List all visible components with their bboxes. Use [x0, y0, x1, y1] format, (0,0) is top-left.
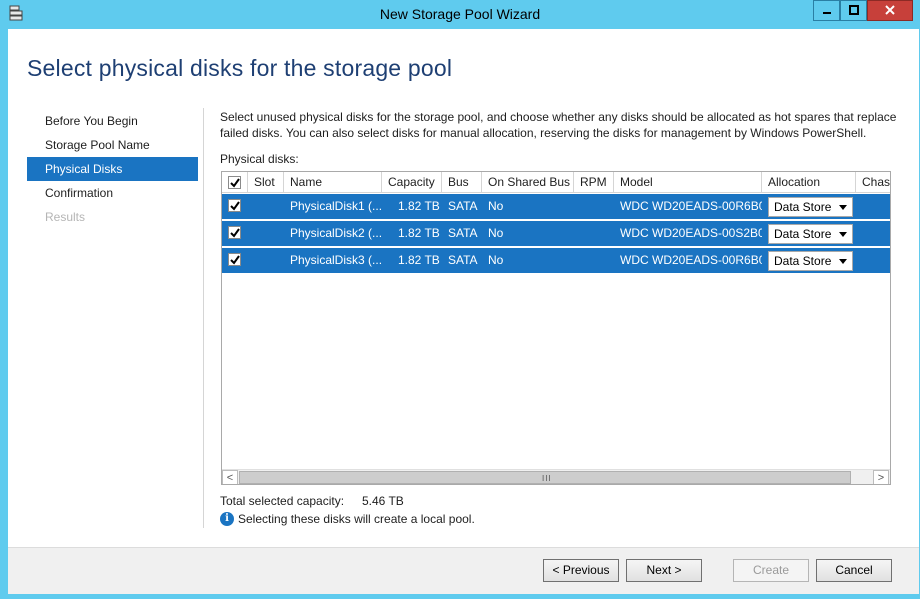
allocation-dropdown[interactable]: Data Store	[768, 197, 853, 217]
column-header-bus[interactable]: Bus	[442, 172, 482, 193]
nav-item-storage-pool-name[interactable]: Storage Pool Name	[27, 133, 198, 157]
physical-disks-grid[interactable]: Slot Name Capacity Bus On Shared Bus RPM…	[221, 171, 891, 485]
cell-slot	[248, 194, 284, 219]
cell-name: PhysicalDisk3 (...	[290, 253, 382, 267]
column-header-chassis[interactable]: Chas	[856, 172, 890, 193]
info-text: Selecting these disks will create a loca…	[238, 512, 475, 526]
nav-item-before-you-begin[interactable]: Before You Begin	[27, 109, 198, 133]
cell-bus: SATA	[448, 199, 478, 213]
row-checkbox[interactable]	[228, 199, 241, 212]
previous-button[interactable]: < Previous	[543, 559, 619, 582]
cancel-button[interactable]: Cancel	[816, 559, 892, 582]
horizontal-scrollbar[interactable]: < III >	[222, 469, 890, 484]
select-all-checkbox[interactable]	[228, 176, 241, 189]
checkmark-icon	[230, 201, 240, 211]
scroll-left-button[interactable]: <	[222, 470, 238, 484]
cell-model: WDC WD20EADS-00R6B0	[620, 253, 762, 267]
cell-name: PhysicalDisk1 (...	[290, 199, 382, 213]
maximize-button[interactable]	[840, 0, 867, 21]
cell-name: PhysicalDisk2 (...	[290, 226, 382, 240]
wizard-footer: < Previous Next > Create Cancel	[8, 547, 919, 594]
cell-capacity: 1.82 TB	[398, 199, 440, 213]
cell-rpm	[574, 194, 614, 219]
allocation-dropdown[interactable]: Data Store	[768, 224, 853, 244]
maximize-icon	[848, 4, 859, 18]
scroll-thumb[interactable]: III	[239, 471, 851, 484]
cell-slot	[248, 248, 284, 273]
cell-model: WDC WD20EADS-00R6B0	[620, 199, 762, 213]
checkmark-icon	[230, 178, 240, 188]
allocation-value: Data Store	[774, 227, 832, 241]
cell-capacity: 1.82 TB	[398, 253, 440, 267]
checkmark-icon	[230, 228, 240, 238]
close-icon	[885, 4, 895, 18]
chevron-down-icon	[839, 259, 847, 264]
create-button: Create	[733, 559, 809, 582]
cell-model: WDC WD20EADS-00S2B0	[620, 226, 762, 240]
nav-item-physical-disks[interactable]: Physical Disks	[27, 157, 198, 181]
minimize-icon	[822, 4, 832, 18]
cell-shared-bus: No	[488, 199, 504, 213]
cell-rpm	[574, 221, 614, 246]
title-bar: New Storage Pool Wizard	[0, 0, 920, 29]
column-header-on-shared-bus[interactable]: On Shared Bus	[482, 172, 574, 193]
info-icon: i	[220, 512, 234, 526]
wizard-body: Select physical disks for the storage po…	[8, 29, 919, 594]
cell-rpm	[574, 248, 614, 273]
column-header-slot[interactable]: Slot	[248, 172, 284, 193]
nav-item-confirmation[interactable]: Confirmation	[27, 181, 198, 205]
column-header-name[interactable]: Name	[284, 172, 382, 193]
info-message: i Selecting these disks will create a lo…	[220, 512, 475, 526]
column-header-rpm[interactable]: RPM	[574, 172, 614, 193]
allocation-dropdown[interactable]: Data Store	[768, 251, 853, 271]
wizard-header: Select physical disks for the storage po…	[8, 29, 919, 106]
scroll-grip: III	[542, 474, 552, 483]
column-header-capacity[interactable]: Capacity	[382, 172, 442, 193]
table-row[interactable]: PhysicalDisk3 (... 1.82 TB SATA No WDC W…	[222, 248, 890, 273]
grid-header: Slot Name Capacity Bus On Shared Bus RPM…	[222, 172, 890, 193]
select-all-column[interactable]	[222, 172, 248, 193]
row-checkbox[interactable]	[228, 226, 241, 239]
table-row[interactable]: PhysicalDisk1 (... 1.82 TB SATA No WDC W…	[222, 194, 890, 219]
table-row[interactable]: PhysicalDisk2 (... 1.82 TB SATA No WDC W…	[222, 221, 890, 246]
allocation-value: Data Store	[774, 200, 832, 214]
page-title: Select physical disks for the storage po…	[27, 55, 453, 81]
cell-capacity: 1.82 TB	[398, 226, 440, 240]
chevron-down-icon	[839, 205, 847, 210]
chevron-down-icon	[839, 232, 847, 237]
row-checkbox[interactable]	[228, 253, 241, 266]
column-header-allocation[interactable]: Allocation	[762, 172, 856, 193]
total-capacity-label: Total selected capacity:	[220, 494, 345, 508]
cell-shared-bus: No	[488, 253, 504, 267]
close-button[interactable]	[867, 0, 913, 21]
cell-slot	[248, 221, 284, 246]
minimize-button[interactable]	[813, 0, 840, 21]
nav-item-results: Results	[45, 210, 86, 224]
window-title: New Storage Pool Wizard	[379, 6, 541, 22]
next-button[interactable]: Next >	[626, 559, 702, 582]
scroll-right-button[interactable]: >	[873, 470, 889, 484]
nav-divider	[203, 108, 204, 528]
column-header-model[interactable]: Model	[614, 172, 762, 193]
total-capacity: Total selected capacity: 5.46 TB	[220, 494, 404, 508]
description: Select unused physical disks for the sto…	[220, 110, 897, 140]
cell-shared-bus: No	[488, 226, 504, 240]
allocation-value: Data Store	[774, 254, 832, 268]
cell-bus: SATA	[448, 226, 478, 240]
total-capacity-value: 5.46 TB	[362, 494, 404, 508]
physical-disks-label: Physical disks:	[220, 152, 299, 166]
cell-bus: SATA	[448, 253, 478, 267]
checkmark-icon	[230, 255, 240, 265]
